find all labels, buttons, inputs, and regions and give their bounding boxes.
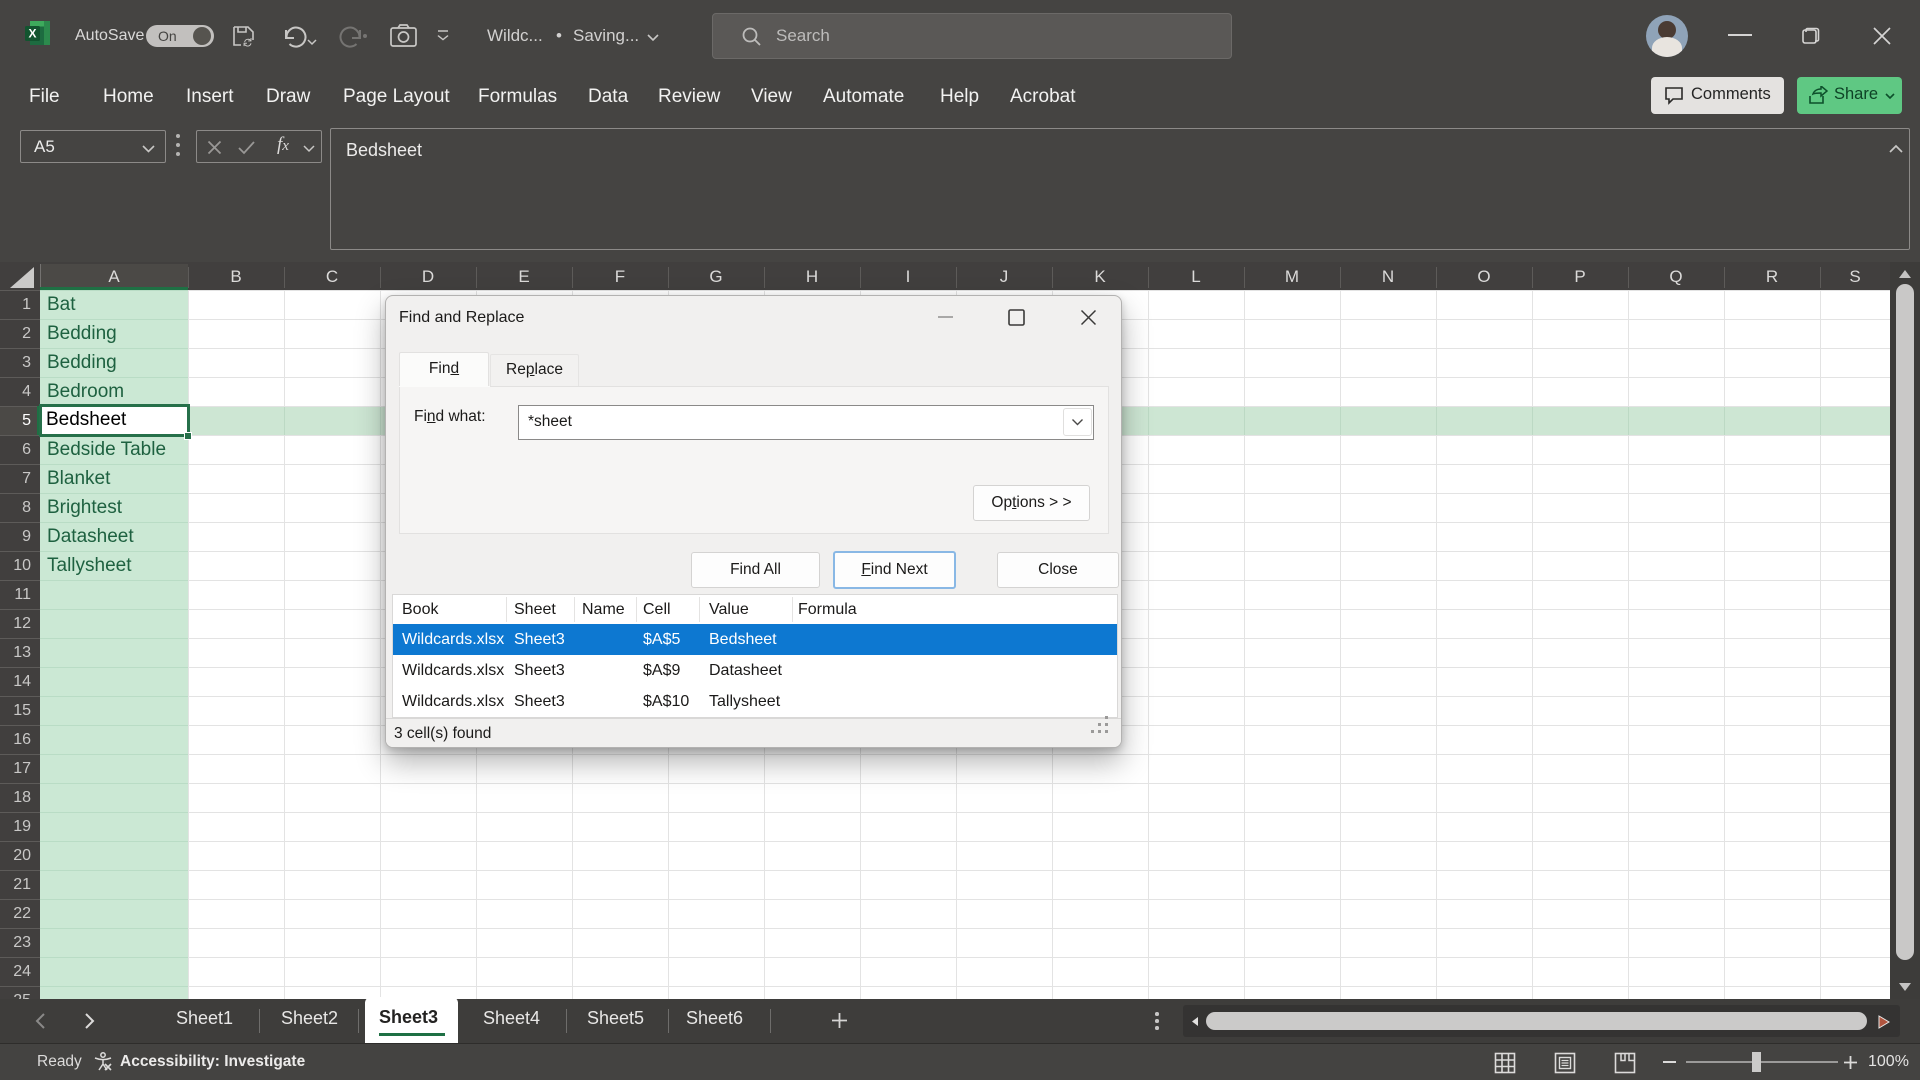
svg-text:X: X <box>28 27 36 41</box>
